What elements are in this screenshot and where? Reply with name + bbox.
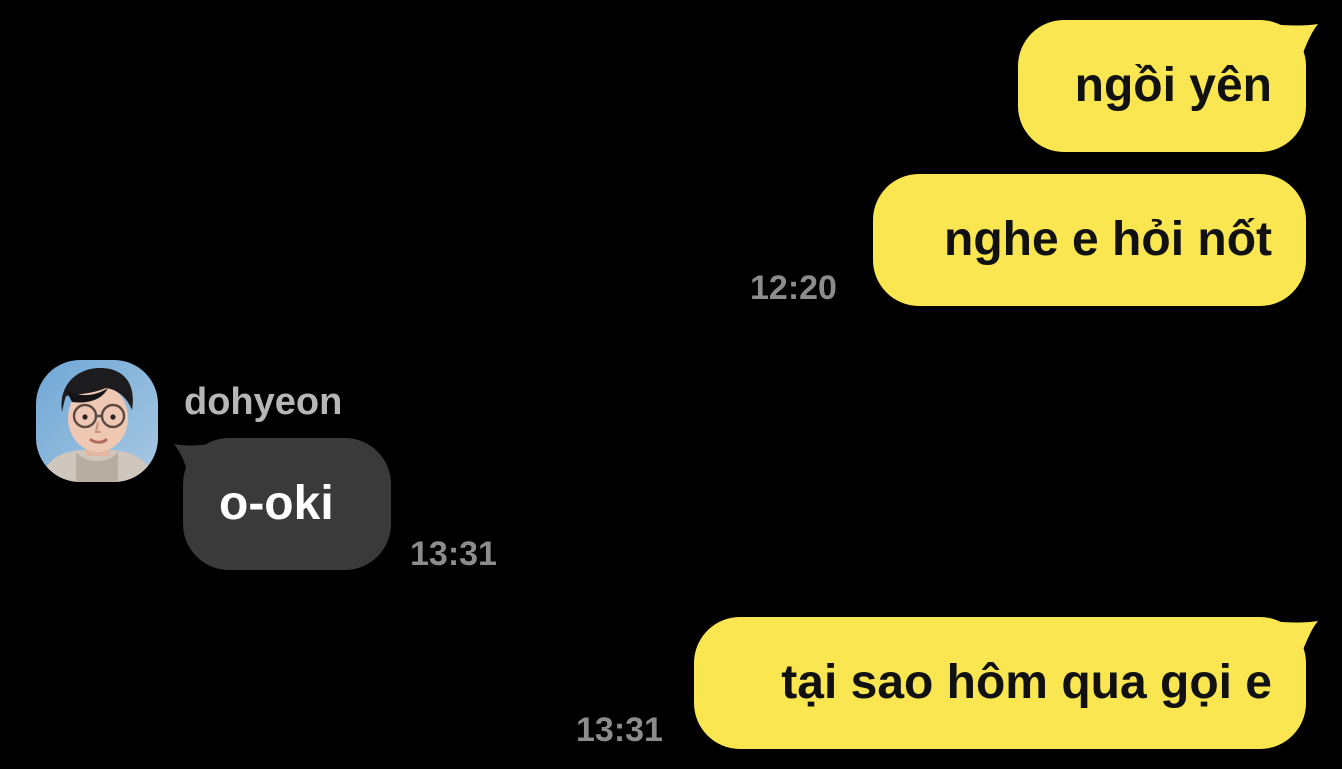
message-timestamp: 13:31 bbox=[410, 535, 497, 573]
message-bubble[interactable]: ngồi yên bbox=[1018, 20, 1306, 152]
avatar[interactable] bbox=[36, 360, 158, 482]
message-timestamp: 13:31 bbox=[576, 711, 663, 749]
message-bubble[interactable]: o-oki bbox=[183, 438, 391, 570]
message-text: tại sao hôm qua gọi e bbox=[781, 656, 1272, 709]
message-text: nghe e hỏi nốt bbox=[944, 213, 1272, 266]
message-bubble[interactable]: tại sao hôm qua gọi e bbox=[694, 617, 1306, 749]
sender-name: dohyeon bbox=[184, 381, 343, 423]
bubble-tail-right bbox=[1270, 24, 1318, 60]
message-text: ngồi yên bbox=[1074, 59, 1272, 112]
message-text: o-oki bbox=[219, 477, 334, 530]
message-timestamp: 12:20 bbox=[750, 269, 837, 307]
message-bubble[interactable]: nghe e hỏi nốt bbox=[873, 174, 1306, 306]
bubble-tail-right bbox=[1270, 621, 1318, 657]
avatar-image bbox=[36, 360, 158, 482]
